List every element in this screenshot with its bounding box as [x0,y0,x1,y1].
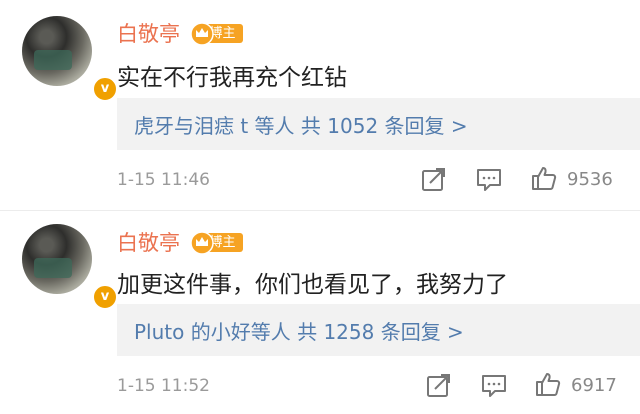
share-icon[interactable] [421,166,447,192]
comment-time: 1-15 11:46 [117,170,210,190]
comment-icon[interactable] [476,166,502,192]
username[interactable]: 白敬亭 [117,18,180,48]
like-count: 6917 [571,375,617,396]
comment-item: v 白敬亭 博主 实在不行我再充个红钻 虎牙与泪痣 t 等人 共 1052 条回… [0,0,640,210]
comment-item: v 白敬亭 博主 加更这件事，你们也看见了，我努力了 Pluto 的小好等人 共… [0,210,640,414]
reply-summary-box[interactable]: 虎牙与泪痣 t 等人 共 1052 条回复 > [117,98,640,150]
comment-time: 1-15 11:52 [117,376,210,396]
comment-icon[interactable] [481,372,507,398]
avatar[interactable]: v [22,16,118,102]
avatar[interactable]: v [22,224,118,310]
verified-badge: v [92,284,118,310]
crown-icon [190,22,214,46]
comment-text: 实在不行我再充个红钻 [117,65,347,91]
username[interactable]: 白敬亭 [117,227,180,257]
share-icon[interactable] [426,372,452,398]
crown-icon [190,231,214,255]
comment-text: 加更这件事，你们也看见了，我努力了 [117,272,508,298]
reply-summary-box[interactable]: Pluto 的小好等人 共 1258 条回复 > [117,304,640,356]
blogger-badge: 博主 [190,229,243,255]
verified-badge: v [92,76,118,102]
thumbs-up-icon[interactable] [535,371,561,397]
reply-summary-link[interactable]: Pluto 的小好等人 共 1258 条回复 > [134,316,464,345]
thumbs-up-icon[interactable] [531,165,557,191]
like-count: 9536 [567,169,613,190]
blogger-badge: 博主 [190,20,243,46]
reply-summary-link[interactable]: 虎牙与泪痣 t 等人 共 1052 条回复 > [134,110,468,139]
